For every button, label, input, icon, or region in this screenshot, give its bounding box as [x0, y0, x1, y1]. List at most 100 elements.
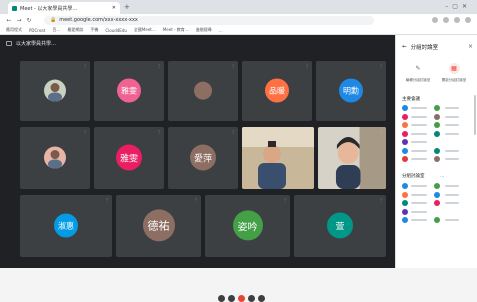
participant-dot-icon	[434, 156, 440, 163]
participant-tile[interactable]: 愛萍 ⋮	[168, 127, 238, 189]
room-row[interactable]	[402, 191, 459, 200]
tile-menu-icon[interactable]: ⋮	[157, 63, 161, 68]
edit-rooms-label: 編輯分組討論室	[405, 78, 431, 82]
participant-tile[interactable]: ⋮	[20, 61, 90, 121]
menu-dots-icon[interactable]	[465, 17, 471, 23]
tile-menu-icon[interactable]: ⋮	[379, 63, 383, 68]
extension-icon[interactable]	[432, 17, 438, 23]
forward-arrow-icon[interactable]: →	[16, 17, 22, 24]
main-meeting-row[interactable]	[402, 104, 459, 113]
tile-menu-icon[interactable]: ⋮	[379, 129, 383, 134]
tile-menu-icon[interactable]: ⋮	[307, 129, 311, 134]
rooms-heading-action[interactable]: …	[440, 174, 445, 179]
panel-scrollbar[interactable]	[474, 95, 476, 135]
open-rooms-button[interactable]: ▦ 開啟分組討論室	[438, 63, 470, 83]
bookmark-item[interactable]: 應用程式	[6, 27, 22, 33]
participant-avatar: 雅雯	[117, 78, 141, 103]
main-meeting-row[interactable]	[402, 147, 459, 156]
participant-tile[interactable]: 德祐 ⋮	[116, 195, 201, 257]
tile-menu-icon[interactable]: ⋮	[283, 197, 287, 202]
participant-tile[interactable]: ⋮	[318, 127, 386, 189]
address-bar-row: ← → ↻ 🔒 meet.google.com/xxx-xxxx-xxx	[0, 14, 477, 26]
star-icon[interactable]	[443, 17, 449, 23]
main-meeting-row[interactable]	[402, 121, 459, 130]
bookmark-item[interactable]: …	[219, 28, 223, 33]
tab-close-icon[interactable]: ✕	[112, 5, 116, 11]
participant-name-placeholder	[411, 132, 427, 135]
participant-tile[interactable]: 品暖 ⋮	[242, 61, 312, 121]
participant-dot-icon	[434, 130, 440, 137]
participant-name-placeholder	[411, 115, 427, 118]
room-row[interactable]	[402, 208, 459, 217]
bookmark-item[interactable]: 手機	[90, 27, 98, 33]
participant-tile[interactable]: ⋮	[242, 127, 314, 189]
new-tab-button[interactable]: +	[124, 3, 130, 11]
room-row[interactable]	[402, 216, 459, 225]
tile-menu-icon[interactable]: ⋮	[194, 197, 198, 202]
url-field[interactable]: 🔒 meet.google.com/xxx-xxxx-xxx	[44, 15, 374, 25]
tile-menu-icon[interactable]: ⋮	[379, 197, 383, 202]
participant-name-placeholder	[411, 149, 427, 152]
participant-name-placeholder	[411, 219, 427, 222]
room-row[interactable]	[402, 182, 459, 191]
participant-tile[interactable]: 雅雯 ⋮	[94, 127, 164, 189]
bookmark-item[interactable]: 進階搜尋	[196, 27, 212, 33]
camera-button[interactable]	[228, 295, 235, 302]
bookmark-item[interactable]: PDCreat	[29, 28, 45, 33]
room-row[interactable]	[402, 199, 459, 208]
participant-tile[interactable]: 萱 ⋮	[294, 195, 386, 257]
main-meeting-row[interactable]	[402, 155, 459, 164]
participant-name-placeholder	[445, 132, 459, 135]
participant-tile[interactable]: 明勳 ⋮	[316, 61, 386, 121]
participant-avatar: 萱	[327, 212, 353, 239]
bookmark-item[interactable]: Meet - 教育…	[163, 27, 189, 33]
browser-tab-meet[interactable]: Meet - 以大家學員共學… ✕	[8, 2, 120, 14]
bookmark-item[interactable]: Cloud4Edu	[105, 28, 127, 33]
bookmark-item[interactable]: 百…	[52, 27, 60, 33]
main-meeting-row[interactable]	[402, 130, 459, 139]
main-meeting-row[interactable]	[402, 113, 459, 122]
participant-photo	[44, 146, 66, 169]
bookmark-item[interactable]: 全國Meet…	[134, 27, 156, 33]
reload-icon[interactable]: ↻	[26, 17, 32, 24]
participant-name-placeholder	[411, 124, 427, 127]
participant-dot-icon	[434, 122, 440, 129]
tile-menu-icon[interactable]: ⋮	[231, 63, 235, 68]
participant-dot-icon	[434, 191, 440, 198]
participant-name-placeholder	[411, 202, 427, 205]
meet-stage: 以大家學員共學… ⋮ 雅雯 ⋮ ⋮ 品暖 ⋮ 明勳 ⋮ ⋮ 雅雯 ⋮ 愛萍 ⋮ ⋮ ⋮ 淑惠 ⋮ 德祐 ⋮ 姿吟 ⋮ 萱 ⋮	[0, 35, 395, 302]
back-arrow-icon[interactable]: ←	[402, 44, 407, 50]
participant-dot-icon	[402, 139, 408, 146]
open-rooms-label: 開啟分組討論室	[441, 78, 467, 82]
tile-menu-icon[interactable]: ⋮	[305, 63, 309, 68]
window-controls[interactable]: –▢✕	[445, 3, 471, 10]
present-button[interactable]	[248, 295, 255, 302]
lock-icon: 🔒	[50, 17, 57, 23]
main-meeting-row[interactable]	[402, 138, 459, 147]
profile-avatar-icon[interactable]	[454, 17, 460, 23]
participant-tile[interactable]: 淑惠 ⋮	[20, 195, 112, 257]
participant-dot-icon	[402, 130, 408, 137]
tile-menu-icon[interactable]: ⋮	[231, 129, 235, 134]
tile-menu-icon[interactable]: ⋮	[157, 129, 161, 134]
edit-rooms-button[interactable]: ✎ 編輯分組討論室	[402, 63, 434, 83]
back-arrow-icon[interactable]: ←	[6, 17, 12, 24]
bookmark-item[interactable]: 最愛網誌	[67, 27, 83, 33]
more-options-button[interactable]	[258, 295, 265, 302]
participant-dot-icon	[434, 183, 440, 190]
mic-button[interactable]	[218, 295, 225, 302]
participant-dot-icon	[402, 183, 408, 190]
participant-tile[interactable]: ⋮	[20, 127, 90, 189]
participant-dot-icon	[402, 200, 408, 207]
tab-bar: Meet - 以大家學員共學… ✕ + –▢✕	[0, 0, 477, 14]
participant-tile[interactable]: 雅雯 ⋮	[94, 61, 164, 121]
meeting-info-icon[interactable]	[6, 41, 12, 46]
panel-close-button[interactable]: ×	[468, 43, 473, 50]
tile-menu-icon[interactable]: ⋮	[83, 129, 87, 134]
participant-name-placeholder	[445, 124, 459, 127]
participant-tile[interactable]: ⋮	[168, 61, 238, 121]
participant-tile[interactable]: 姿吟 ⋮	[205, 195, 290, 257]
tile-menu-icon[interactable]: ⋮	[105, 197, 109, 202]
hang-up-button[interactable]	[238, 295, 245, 302]
tile-menu-icon[interactable]: ⋮	[83, 63, 87, 68]
